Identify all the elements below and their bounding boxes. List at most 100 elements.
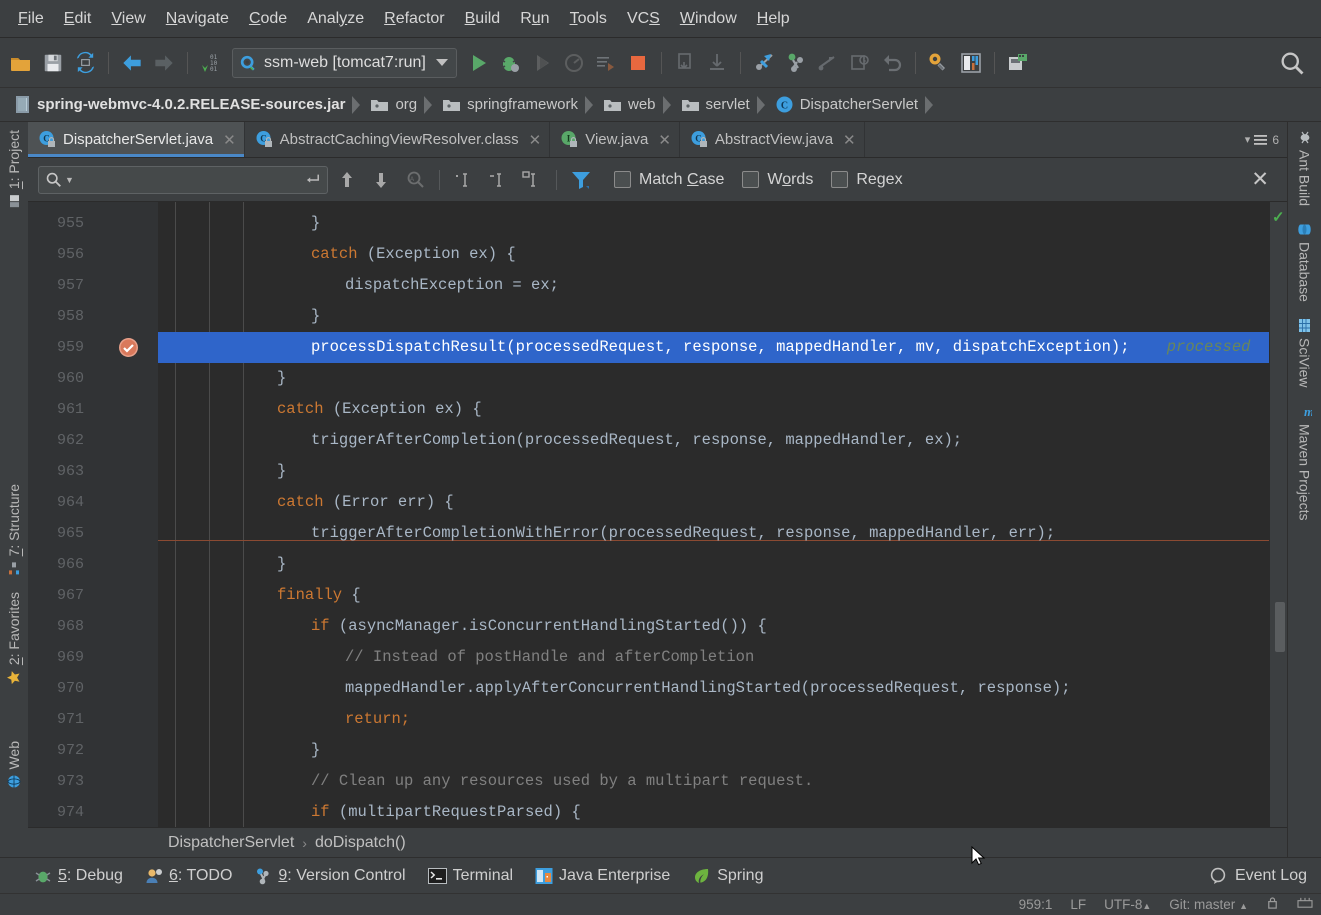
menu-item-build[interactable]: Build — [455, 6, 511, 32]
menu-item-run[interactable]: Run — [510, 6, 559, 32]
history-icon[interactable] — [845, 48, 875, 78]
editor-marker-scrollbar[interactable]: ✓ — [1269, 202, 1287, 827]
open-project-icon[interactable] — [6, 48, 36, 78]
close-tab-icon[interactable]: ✕ — [658, 131, 671, 149]
editor-scrollbar-thumb[interactable] — [1275, 602, 1285, 652]
find-previous-icon[interactable] — [332, 165, 362, 195]
code-line[interactable]: dispatchException = ex; — [158, 270, 1269, 301]
code-line[interactable]: return; — [158, 704, 1269, 735]
chevron-down-icon[interactable] — [435, 59, 448, 66]
add-selection-icon[interactable] — [449, 165, 479, 195]
forward-icon[interactable] — [149, 48, 179, 78]
code-line[interactable]: } — [158, 456, 1269, 487]
search-input-wrapper[interactable]: ▼ — [38, 165, 328, 194]
breadcrumb-item-org[interactable]: org — [366, 92, 421, 118]
menu-item-refactor[interactable]: Refactor — [374, 6, 454, 32]
search-input[interactable] — [77, 171, 299, 188]
code-line[interactable]: } — [158, 735, 1269, 766]
close-tab-icon[interactable]: ✕ — [843, 131, 856, 149]
words-checkbox[interactable] — [742, 171, 760, 188]
breadcrumb-item-springframework[interactable]: springframework — [438, 92, 582, 118]
code-editor[interactable]: 955 956 957 958 959 960 961 962 963 964 965 966 967 9… — [28, 202, 1287, 827]
code-line[interactable]: } — [158, 549, 1269, 580]
sidebar-item-ant-build[interactable]: Ant Build — [1293, 122, 1317, 214]
run-configuration-selector[interactable]: ssm-web [tomcat7:run] — [232, 47, 457, 78]
find-all-icon[interactable]: A — [400, 165, 430, 195]
bottom-tool-terminal[interactable]: Terminal — [427, 867, 513, 885]
caret-position[interactable]: 959:1 — [1019, 897, 1053, 912]
regex-checkbox[interactable] — [831, 171, 849, 188]
file-encoding[interactable]: UTF-8▲ — [1104, 897, 1151, 912]
regex-checkbox-group[interactable]: Regex — [831, 171, 903, 189]
code-line[interactable]: // Clean up any resources used by a mult… — [158, 766, 1269, 797]
match-case-checkbox-group[interactable]: Match Case — [614, 171, 724, 189]
code-line[interactable]: } — [158, 208, 1269, 239]
search-everywhere-icon[interactable] — [1277, 48, 1307, 78]
breadcrumb-item-web[interactable]: web — [599, 92, 660, 118]
commit-icon[interactable] — [781, 48, 811, 78]
bottom-tool-6--todo[interactable]: 6: TODO — [145, 867, 232, 885]
push-icon[interactable] — [813, 48, 843, 78]
run-coverage-icon[interactable] — [527, 48, 557, 78]
tab-list-icon[interactable] — [1253, 133, 1269, 147]
menu-item-edit[interactable]: Edit — [54, 6, 102, 32]
profile-icon[interactable] — [559, 48, 589, 78]
sidebar-item-7--structure[interactable]: 7: Structure — [2, 476, 26, 583]
bottom-tool-5--debug[interactable]: 5: Debug — [34, 867, 123, 885]
tab-overflow-area[interactable]: ▾ 6 — [1245, 122, 1287, 157]
close-tab-icon[interactable]: ✕ — [529, 131, 542, 149]
back-icon[interactable] — [117, 48, 147, 78]
breadcrumb-class-name[interactable]: DispatcherServlet — [168, 834, 294, 852]
sidebar-item-maven-projects[interactable]: m Maven Projects — [1293, 396, 1317, 528]
code-line[interactable]: catch (Exception ex) { — [158, 394, 1269, 425]
editor-tab-abstractview-java[interactable]: C AbstractView.java ✕ — [679, 122, 865, 157]
code-text-area[interactable]: } catch (Exception ex) {dispatchException… — [158, 202, 1269, 827]
remove-selection-icon[interactable] — [483, 165, 513, 195]
sidebar-item-2--favorites[interactable]: 2: Favorites — [2, 584, 26, 693]
code-line[interactable]: if (asyncManager.isConcurrentHandlingSta… — [158, 611, 1269, 642]
close-tab-icon[interactable]: ✕ — [223, 131, 236, 149]
debug-icon[interactable] — [495, 48, 525, 78]
sidebar-item-database[interactable]: Database — [1293, 214, 1317, 310]
menu-item-analyze[interactable]: Analyze — [297, 6, 374, 32]
memory-indicator-icon[interactable] — [1297, 896, 1313, 913]
close-find-bar-icon[interactable]: ✕ — [1243, 169, 1277, 190]
select-all-occurrences-icon[interactable] — [517, 165, 547, 195]
menu-item-help[interactable]: Help — [747, 6, 800, 32]
code-line[interactable]: triggerAfterCompletion(processedRequest,… — [158, 425, 1269, 456]
breadcrumb-item-spring-webmvc-4-0-2-release-sources-jar[interactable]: spring-webmvc-4.0.2.RELEASE-sources.jar — [10, 92, 349, 118]
words-checkbox-group[interactable]: Words — [742, 171, 813, 189]
event-log-button[interactable]: Event Log — [1209, 866, 1307, 886]
step-into-icon[interactable] — [670, 48, 700, 78]
lock-icon[interactable] — [1266, 896, 1279, 913]
bottom-tool-java-enterprise[interactable]: Java Enterprise — [535, 867, 670, 885]
bottom-tool-9--version-control[interactable]: 9: Version Control — [254, 867, 406, 885]
project-structure-icon[interactable] — [956, 48, 986, 78]
line-separator[interactable]: LF — [1070, 897, 1086, 912]
menu-item-view[interactable]: View — [101, 6, 155, 32]
sync-icon[interactable] — [70, 48, 100, 78]
code-line[interactable]: triggerAfterCompletionWithError(processe… — [158, 518, 1269, 549]
code-line[interactable]: catch (Error err) { — [158, 487, 1269, 518]
code-line[interactable]: if (multipartRequestParsed) { — [158, 797, 1269, 827]
editor-tab-dispatcherservlet-java[interactable]: C DispatcherServlet.java ✕ — [28, 122, 245, 157]
sidebar-item-1--project[interactable]: 1: Project — [2, 122, 26, 216]
breadcrumb-method-name[interactable]: doDispatch() — [315, 834, 406, 852]
menu-item-vcs[interactable]: VCS — [617, 6, 670, 32]
code-line[interactable]: } — [158, 301, 1269, 332]
run-icon[interactable] — [463, 48, 493, 78]
editor-gutter[interactable]: 955 956 957 958 959 960 961 962 963 964 965 966 967 9… — [28, 202, 158, 827]
breakpoint-verified-icon[interactable] — [118, 337, 139, 363]
code-line[interactable]: mappedHandler.applyAfterConcurrentHandli… — [158, 673, 1269, 704]
menu-item-window[interactable]: Window — [670, 6, 747, 32]
stop-icon[interactable] — [623, 48, 653, 78]
settings-icon[interactable] — [924, 48, 954, 78]
git-branch[interactable]: Git: master ▲ — [1169, 897, 1248, 912]
breadcrumb-item-servlet[interactable]: servlet — [677, 92, 754, 118]
run-with-args-icon[interactable] — [591, 48, 621, 78]
code-line[interactable]: // Instead of postHandle and afterComple… — [158, 642, 1269, 673]
code-line[interactable]: } — [158, 363, 1269, 394]
menu-item-navigate[interactable]: Navigate — [156, 6, 239, 32]
menu-item-code[interactable]: Code — [239, 6, 297, 32]
enter-return-icon[interactable] — [303, 172, 321, 188]
